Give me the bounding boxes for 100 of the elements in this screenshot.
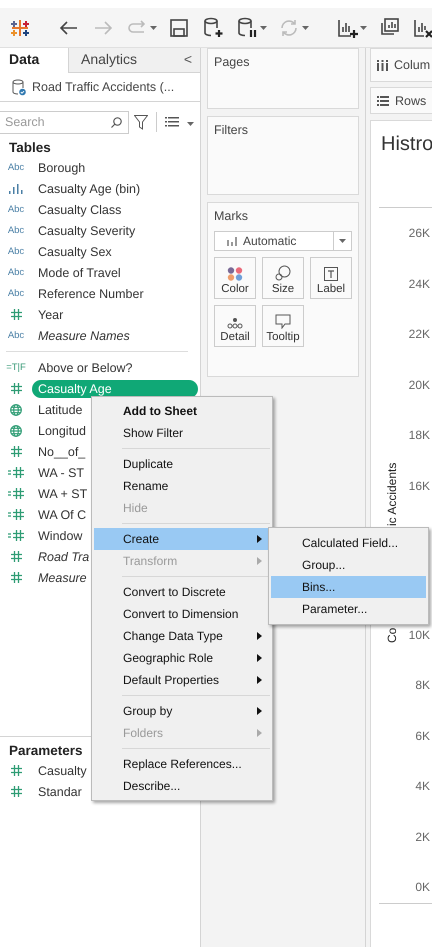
marks-button[interactable]: Color [214,257,256,299]
size-circle-icon [275,265,291,281]
menu-item[interactable]: Create [94,528,270,550]
axis-tick-label: 18K [408,428,430,444]
color-dots-icon [227,267,243,281]
field-item[interactable]: No__of_ [32,444,92,458]
axis-tick-label: 4K [415,779,430,793]
bar-chart-icon [9,184,23,194]
menu-item[interactable]: Group... [271,554,426,576]
view-title: Histro [380,132,432,156]
menu-item[interactable]: Bins... [271,576,426,598]
field-item[interactable]: Measure Names [32,328,136,342]
field-item[interactable]: Road Tra [32,550,96,564]
menu-item[interactable]: Calculated Field... [271,532,426,554]
submenu-arrow-icon [257,632,262,640]
field-item[interactable]: Window [32,528,88,542]
database-plus-icon[interactable] [201,16,225,40]
globe-icon [10,424,22,436]
card-title: Marks [214,209,250,223]
section-heading: Parameters [8,742,84,760]
axis-tick-label: 6K [415,728,430,742]
field-item[interactable]: Reference Number [32,286,150,300]
speech-bubble-icon [275,314,291,329]
caret-icon[interactable] [260,26,267,30]
filter-icon[interactable] [134,114,148,130]
field-item[interactable]: WA + ST [32,486,94,500]
marks-button[interactable]: Label [310,257,352,299]
axis-tick-label: 22K [408,327,430,343]
field-item[interactable]: Latitude [32,402,88,416]
field-item[interactable]: WA Of C [32,508,92,522]
field-item[interactable]: Casualty Age (bin) [32,182,146,196]
menu-item[interactable]: Duplicate [94,453,270,475]
pages-card[interactable]: Pages [207,48,359,109]
columns-icon [377,60,388,70]
calculated-number-icon [8,467,24,478]
submenu-arrow-icon [257,729,262,737]
menu-item[interactable]: Convert to Dimension [94,603,270,625]
calculated-number-icon [8,488,24,499]
field-item[interactable]: Mode of Travel [32,266,127,280]
database-pause-icon[interactable] [235,16,259,40]
mark-type-select[interactable]: Automatic [214,231,352,251]
rows-shelf[interactable]: Rows [370,87,432,114]
caret-icon[interactable] [187,122,194,126]
menu-item[interactable]: Show Filter [94,422,270,444]
search-field[interactable]: Search [0,110,129,134]
field-item[interactable]: Longitud [32,424,92,438]
field-item[interactable]: Year [32,308,70,322]
field-item[interactable]: Casualty Severity [32,224,142,238]
submenu-arrow-icon [257,535,262,543]
submenu-arrow-icon [257,654,262,662]
string-type-icon: Abc [8,204,24,215]
pane-tab[interactable]: Data [0,48,69,73]
axis-tick-label: 20K [408,378,430,394]
menu-item[interactable]: Group by [94,700,270,722]
text-label-icon [324,267,338,281]
menu-item[interactable]: Geographic Role [94,647,270,669]
field-item[interactable]: Above or Below? [32,360,139,374]
caret-icon[interactable] [360,26,367,30]
string-type-icon: Abc [8,246,24,257]
field-item[interactable]: Measure [32,570,93,584]
axis-tick-label: 24K [408,276,430,292]
axis-title: Co [385,628,399,643]
datasource-name[interactable]: Road Traffic Accidents (... [32,80,174,94]
list-view-icon[interactable] [165,117,179,127]
collapse-button[interactable]: < [184,48,200,72]
marks-button[interactable]: Detail [214,305,256,347]
field-item[interactable]: WA - ST [32,466,90,480]
columns-shelf[interactable]: Colum [370,48,432,82]
menu-item[interactable]: Describe... [94,775,270,797]
axis-title: ic Accidents [385,462,399,526]
menu-item[interactable]: Parameter... [271,598,426,620]
hash-icon [10,765,22,776]
menu-item[interactable]: Add to Sheet [94,400,270,422]
menu-item[interactable]: Convert to Discrete [94,581,270,603]
marks-button[interactable]: Size [262,257,304,299]
field-item[interactable]: Borough [32,160,92,174]
menu-item[interactable]: Rename [94,475,270,497]
field-item[interactable]: Casualty Class [32,202,128,216]
menu-item[interactable]: Change Data Type [94,625,270,647]
bar-chart-icon [227,236,237,246]
field-item[interactable]: Casualty [32,764,93,778]
string-type-icon: Abc [8,162,24,173]
menu-item[interactable]: Default Properties [94,669,270,691]
caret-icon[interactable] [339,239,346,243]
rows-icon [377,96,389,106]
field-item[interactable]: Casualty Sex [32,244,118,258]
search-icon [111,116,122,128]
filters-card[interactable]: Filters [207,116,359,195]
string-type-icon: Abc [8,225,24,236]
axis-tick-label: 0K [415,880,430,894]
submenu-arrow-icon [257,707,262,715]
card-title: Filters [214,123,250,137]
boolean-type-icon: =T|F [6,362,26,373]
submenu-arrow-icon [257,676,262,684]
field-item[interactable]: Standar [32,784,88,798]
string-type-icon: Abc [8,288,24,299]
marks-button[interactable]: Tooltip [262,305,304,347]
menu-item[interactable]: Replace References... [94,753,270,775]
hash-icon [10,786,22,797]
string-type-icon: Abc [8,267,24,278]
